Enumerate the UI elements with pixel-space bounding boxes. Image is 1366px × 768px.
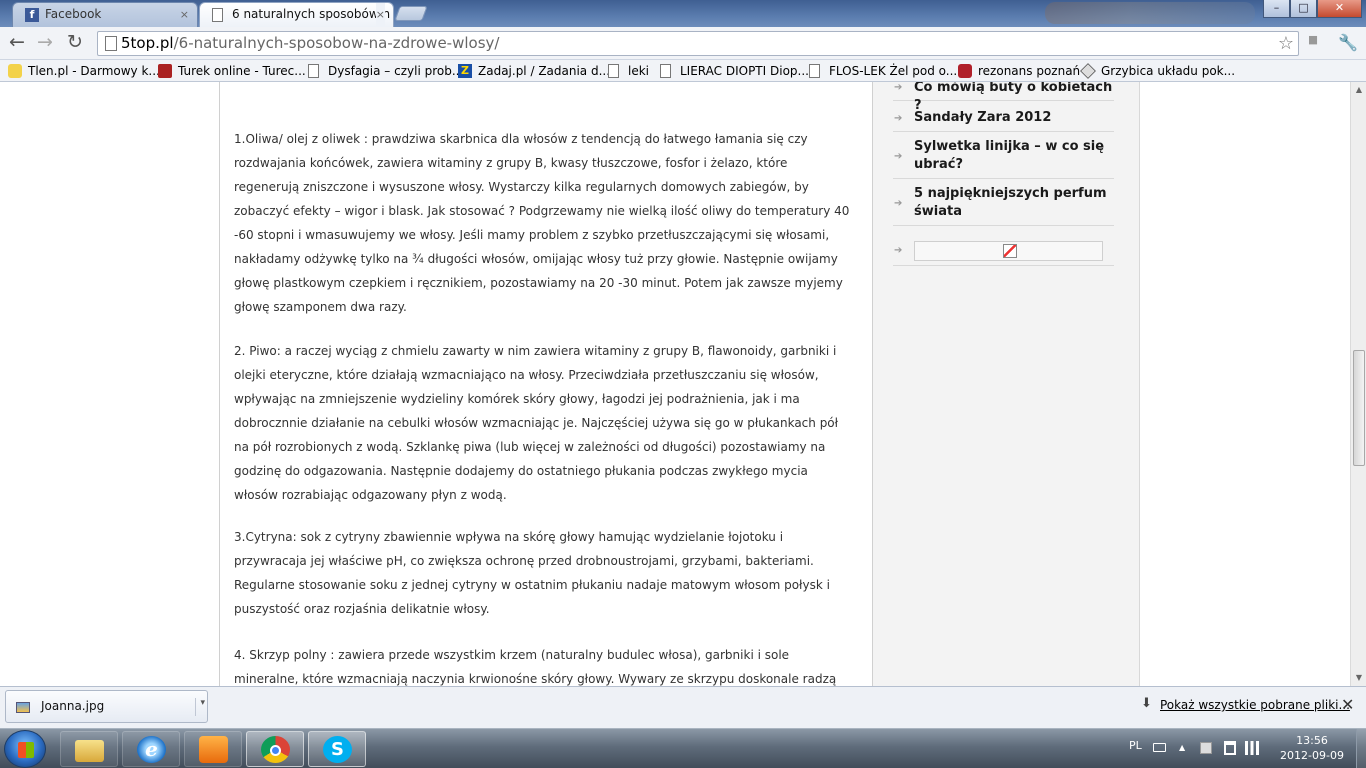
- sidebar-link[interactable]: ➔ Sandały Zara 2012: [893, 107, 1114, 132]
- article-paragraph: 2. Piwo: a raczej wyciąg z chmielu zawar…: [234, 344, 839, 502]
- show-hidden-icons-arrow[interactable]: ▲: [1179, 743, 1185, 752]
- page-viewport: 1.Oliwa/ olej z oliwek : prawdziwa skarb…: [0, 82, 1350, 686]
- download-arrow-icon: ⬇: [1141, 696, 1152, 711]
- taskbar-internet-explorer[interactable]: e: [122, 731, 180, 767]
- bookmark-star-icon[interactable]: ☆: [1278, 33, 1294, 54]
- skype-icon: S: [323, 736, 352, 763]
- battery-icon[interactable]: [1224, 741, 1236, 755]
- language-indicator[interactable]: PL: [1129, 739, 1142, 752]
- article-paragraph: 3.Cytryna: sok z cytryny zbawiennie wpły…: [234, 530, 830, 616]
- bookmark-item[interactable]: Turek online - Turec...: [158, 62, 306, 80]
- tab-article[interactable]: 6 naturalnych sposobów n ×: [199, 2, 394, 27]
- folder-icon: [75, 740, 104, 762]
- taskbar-chrome[interactable]: [246, 731, 304, 767]
- internet-explorer-icon: e: [137, 736, 166, 763]
- bookmark-item[interactable]: Grzybica układu pok...: [1080, 62, 1235, 80]
- scroll-up-arrow-icon[interactable]: ▲: [1351, 82, 1366, 98]
- download-item[interactable]: Joanna.jpg ▾: [5, 690, 208, 723]
- taskbar-skype[interactable]: S: [308, 731, 366, 767]
- page-icon: [212, 8, 223, 22]
- grzybica-icon: [1080, 63, 1096, 79]
- clock-date: 2012-09-09: [1280, 749, 1344, 762]
- maximize-button[interactable]: □: [1290, 0, 1317, 18]
- action-center-flag-icon[interactable]: [1200, 742, 1212, 754]
- forward-button[interactable]: →: [33, 32, 57, 54]
- media-player-icon: [199, 736, 228, 763]
- start-button[interactable]: [4, 730, 46, 768]
- article-paragraph: 4. Skrzyp polny : zawiera przede wszystk…: [234, 648, 837, 686]
- stats-icon[interactable]: ▮▮: [1308, 33, 1318, 46]
- bookmark-item[interactable]: Dysfagia – czyli prob...: [308, 62, 463, 80]
- turek-icon: [158, 64, 172, 78]
- download-shelf: Joanna.jpg ▾ ⬇ Pokaż wszystkie pobrane p…: [0, 686, 1366, 728]
- minimize-button[interactable]: –: [1263, 0, 1290, 18]
- tab-title: Facebook: [45, 7, 102, 21]
- arrow-icon: ➔: [894, 198, 903, 209]
- dropdown-caret-icon[interactable]: ▾: [195, 698, 205, 716]
- window-controls: – □ ✕: [1263, 0, 1362, 19]
- clock-time: 13:56: [1296, 734, 1328, 747]
- page-icon: [660, 64, 671, 78]
- arrow-icon: ➔: [894, 113, 903, 124]
- show-desktop-button[interactable]: [1356, 729, 1366, 768]
- facebook-icon: f: [25, 8, 39, 22]
- tab-title: 6 naturalnych sposobów n: [232, 7, 391, 21]
- close-download-shelf-icon[interactable]: ✕: [1341, 695, 1354, 714]
- tab-close-icon[interactable]: ×: [375, 3, 385, 26]
- bookmark-item[interactable]: FLOS-LEK Żel pod o...: [809, 62, 957, 80]
- sidebar-image-placeholder: [914, 241, 1103, 261]
- new-tab-button[interactable]: [394, 6, 428, 21]
- bookmark-item[interactable]: rezonans poznań: [958, 62, 1080, 80]
- browser-toolbar: ← → ↻ 5top.pl/6-naturalnych-sposobow-na-…: [0, 27, 1366, 60]
- tab-close-icon[interactable]: ×: [180, 3, 189, 26]
- page-icon: [105, 36, 117, 51]
- arrow-icon: ➔: [894, 151, 903, 162]
- network-icon[interactable]: [1245, 741, 1259, 755]
- tab-facebook[interactable]: f Facebook ×: [12, 2, 198, 27]
- taskbar-media-player[interactable]: [184, 731, 242, 767]
- bookmarks-bar: Tlen.pl - Darmowy k... Turek online - Tu…: [0, 60, 1366, 82]
- bookmark-item[interactable]: LIERAC DIOPTI Diop...: [660, 62, 809, 80]
- rezonans-icon: [958, 64, 972, 78]
- back-button[interactable]: ←: [5, 32, 29, 54]
- download-file-name: Joanna.jpg: [41, 699, 105, 713]
- vertical-scrollbar[interactable]: ▲ ▼: [1350, 82, 1366, 686]
- reload-button[interactable]: ↻: [63, 32, 87, 54]
- broken-image-icon: [1003, 244, 1017, 258]
- arrow-icon: ➔: [894, 245, 903, 256]
- article-paragraph: 1.Oliwa/ olej z oliwek : prawdziwa skarb…: [234, 132, 850, 314]
- bookmark-item[interactable]: leki: [608, 62, 649, 80]
- page-icon: [308, 64, 319, 78]
- tab-strip: f Facebook × 6 naturalnych sposobów n × …: [0, 0, 1366, 27]
- keyboard-icon[interactable]: [1153, 743, 1166, 752]
- url-text: 5top.pl/6-naturalnych-sposobow-na-zdrowe…: [121, 34, 500, 52]
- taskbar-clock[interactable]: 13:56 2012-09-09: [1276, 733, 1348, 763]
- page-icon: [608, 64, 619, 78]
- tlen-icon: [8, 64, 22, 78]
- zadaj-icon: Z: [458, 64, 472, 78]
- scroll-down-arrow-icon[interactable]: ▼: [1351, 670, 1366, 686]
- sidebar-link[interactable]: ➔ 5 najpiękniejszych perfum świata: [893, 183, 1114, 226]
- sidebar-link[interactable]: ➔ Sylwetka linijka – w co się ubrać?: [893, 136, 1114, 179]
- sidebar-link[interactable]: ➔ Co mówią buty o kobietach ?: [893, 82, 1114, 113]
- show-all-downloads-link[interactable]: Pokaż wszystkie pobrane pliki...: [1160, 698, 1350, 712]
- image-file-icon: [16, 702, 30, 713]
- wrench-icon[interactable]: 🔧: [1338, 33, 1358, 52]
- windows-taskbar: e S PL ▲ 13:56 2012-09-09: [0, 728, 1366, 768]
- page-icon: [809, 64, 820, 78]
- bookmark-item[interactable]: Tlen.pl - Darmowy k...: [8, 62, 160, 80]
- windows-logo-icon: [18, 742, 34, 758]
- chrome-center-icon: [270, 745, 281, 756]
- scrollbar-thumb[interactable]: [1353, 350, 1365, 466]
- close-window-button[interactable]: ✕: [1317, 0, 1362, 18]
- taskbar-explorer[interactable]: [60, 731, 118, 767]
- window-title-background: [1045, 2, 1255, 24]
- article-content: 1.Oliwa/ olej z oliwek : prawdziwa skarb…: [219, 82, 873, 686]
- arrow-icon: ➔: [894, 82, 903, 93]
- bookmark-item[interactable]: Z Zadaj.pl / Zadania d...: [458, 62, 610, 80]
- sidebar: ➔ Co mówią buty o kobietach ? ➔ Sandały …: [873, 82, 1140, 686]
- address-bar[interactable]: 5top.pl/6-naturalnych-sposobow-na-zdrowe…: [97, 31, 1299, 56]
